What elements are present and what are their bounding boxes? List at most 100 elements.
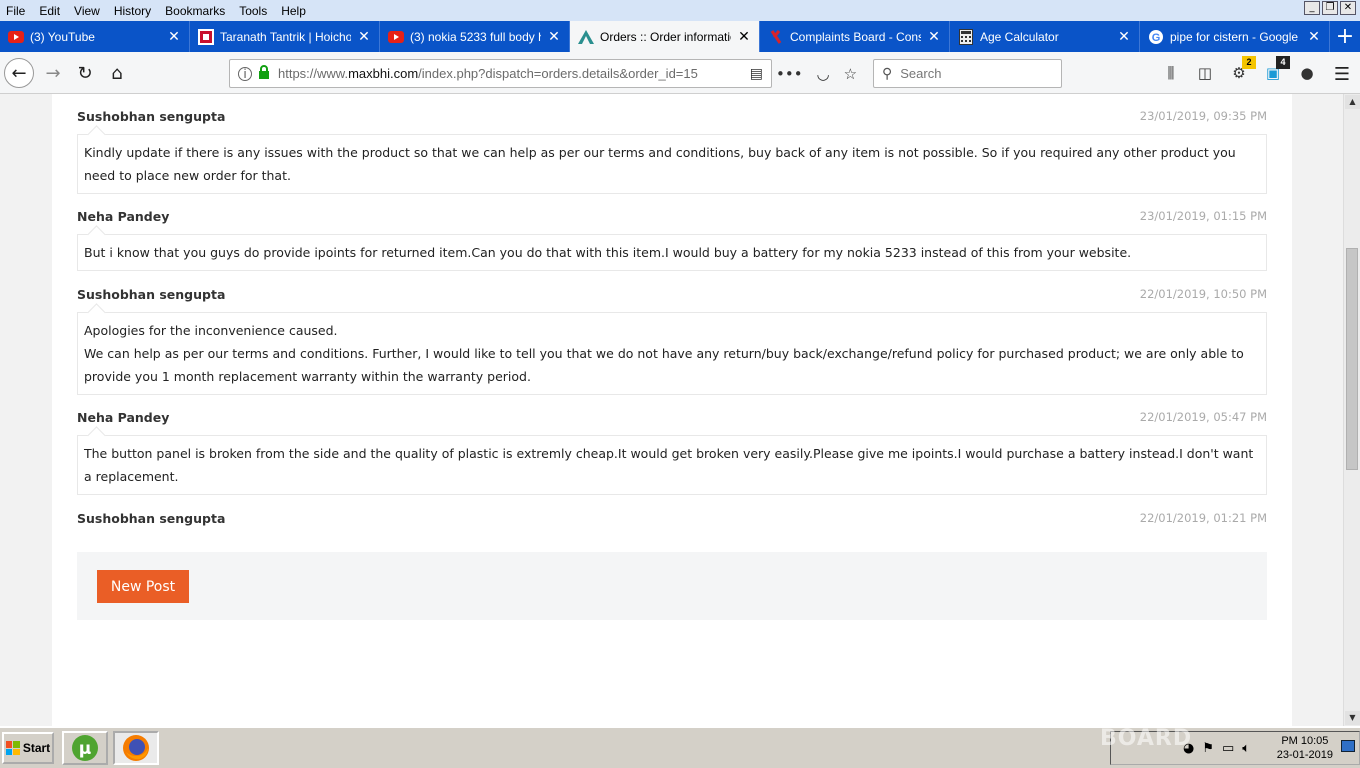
- clock-time: PM 10:05: [1281, 735, 1329, 747]
- reload-button[interactable]: ↻: [70, 58, 100, 88]
- menu-history[interactable]: History: [114, 4, 151, 18]
- youtube-icon: [388, 29, 404, 45]
- pocket-icon[interactable]: ◡: [817, 65, 830, 83]
- restore-icon[interactable]: ❐: [1322, 1, 1338, 15]
- complaints-board-icon: [768, 29, 784, 45]
- tab-complaints-board[interactable]: Complaints Board - Consum ✕: [760, 21, 950, 52]
- sidebar-icon[interactable]: ◫: [1194, 62, 1216, 84]
- new-post-button[interactable]: New Post: [97, 570, 189, 603]
- more-actions-icon[interactable]: •••: [776, 65, 803, 83]
- close-icon[interactable]: ✕: [167, 28, 181, 45]
- scroll-down-icon[interactable]: ▼: [1345, 711, 1360, 725]
- post-author: Neha Pandey: [77, 208, 170, 224]
- bookmark-star-icon[interactable]: ☆: [844, 65, 857, 83]
- tab-orders[interactable]: Orders :: Order information ✕: [570, 21, 760, 52]
- menu-hamburger-icon[interactable]: ☰: [1334, 64, 1350, 85]
- system-clock[interactable]: PM 10:05 23-01-2019: [1277, 734, 1333, 762]
- clock-date: 23-01-2019: [1276, 749, 1333, 761]
- message-text: Kindly update if there is any issues wit…: [84, 145, 1236, 183]
- firefox-icon: [123, 735, 149, 761]
- close-icon[interactable]: ✕: [1117, 28, 1131, 45]
- message-text: We can help as per our terms and conditi…: [84, 346, 1244, 384]
- close-icon[interactable]: ✕: [927, 28, 941, 45]
- start-label: Start: [22, 741, 51, 755]
- close-icon[interactable]: ✕: [547, 28, 561, 45]
- utorrent-taskbar-button[interactable]: µ: [62, 731, 108, 765]
- post: Sushobhan sengupta 23/01/2019, 09:35 PM …: [77, 106, 1267, 194]
- home-button[interactable]: ⌂: [102, 58, 132, 88]
- close-icon[interactable]: ✕: [357, 28, 371, 45]
- maxbhi-icon: [578, 29, 594, 45]
- tab-age-calculator[interactable]: Age Calculator ✕: [950, 21, 1140, 52]
- tab-title: Complaints Board - Consum: [790, 29, 921, 44]
- post-message: The button panel is broken from the side…: [77, 435, 1267, 495]
- new-tab-button[interactable]: +: [1330, 21, 1360, 52]
- url-prefix: https://www.: [278, 66, 349, 81]
- navigation-toolbar: ← → ↻ ⌂ i https://www.maxbhi.com/index.p…: [0, 52, 1360, 94]
- windows-flag-icon: [5, 741, 20, 755]
- reader-view-icon[interactable]: ▤: [750, 66, 763, 82]
- post-message: Apologies for the inconvenience caused. …: [77, 312, 1267, 395]
- search-icon: ⚲: [882, 65, 893, 81]
- google-icon: G: [1148, 29, 1164, 45]
- forward-button[interactable]: →: [38, 58, 68, 88]
- tab-google-search[interactable]: G pipe for cistern - Google Se ✕: [1140, 21, 1330, 52]
- tab-title: pipe for cistern - Google Se: [1170, 29, 1301, 44]
- show-desktop-icon[interactable]: [1341, 740, 1355, 752]
- toolbar-right: ⫼ ◫ ⚙ 2 ▣ 4 ●: [1160, 56, 1318, 84]
- tab-strip: (3) YouTube ✕ Taranath Tantrik | Hoichoi…: [0, 21, 1360, 52]
- plus-icon: +: [1335, 24, 1355, 49]
- library-icon[interactable]: ⫼: [1160, 62, 1182, 84]
- back-button[interactable]: ←: [4, 58, 34, 88]
- menu-bar: File Edit View History Bookmarks Tools H…: [0, 0, 1360, 21]
- message-text: The button panel is broken from the side…: [84, 446, 1254, 484]
- new-post-panel: New Post: [77, 552, 1267, 620]
- tab-nokia-video[interactable]: (3) nokia 5233 full body ho ✕: [380, 21, 570, 52]
- lock-icon[interactable]: [258, 65, 270, 82]
- youtube-icon: [8, 29, 24, 45]
- calculator-icon: [958, 28, 974, 45]
- menu-bookmarks[interactable]: Bookmarks: [165, 4, 225, 18]
- tab-title: Age Calculator: [980, 29, 1059, 44]
- scrollbar-thumb[interactable]: [1346, 248, 1358, 470]
- post-date: 22/01/2019, 05:47 PM: [1139, 410, 1267, 424]
- url-path: /index.php?dispatch=orders.details&order…: [418, 66, 698, 81]
- vertical-scrollbar[interactable]: ▲ ▼: [1343, 94, 1360, 726]
- extension-icon[interactable]: ▣ 4: [1262, 56, 1290, 84]
- info-icon[interactable]: i: [238, 66, 252, 81]
- firefox-taskbar-button[interactable]: [113, 731, 159, 765]
- extension-puzzle-icon[interactable]: ●: [1296, 62, 1318, 84]
- page-viewport: Sushobhan sengupta 23/01/2019, 09:35 PM …: [0, 94, 1343, 726]
- start-button[interactable]: Start: [2, 732, 54, 764]
- search-placeholder: Search: [900, 66, 942, 81]
- close-window-icon[interactable]: ✕: [1340, 1, 1356, 15]
- tab-hoichoi[interactable]: Taranath Tantrik | Hoichoi ✕: [190, 21, 380, 52]
- post: Neha Pandey 22/01/2019, 05:47 PM The but…: [77, 407, 1267, 495]
- arrow-left-icon: ←: [11, 62, 27, 84]
- search-input[interactable]: ⚲ Search: [873, 59, 1062, 88]
- scroll-up-icon[interactable]: ▲: [1345, 95, 1360, 109]
- post: Sushobhan sengupta 22/01/2019, 01:21 PM: [77, 508, 1267, 528]
- url-text: https://www.maxbhi.com/index.php?dispatc…: [278, 66, 750, 81]
- menu-view[interactable]: View: [74, 4, 100, 18]
- post-date: 23/01/2019, 01:15 PM: [1139, 209, 1267, 223]
- svg-text:µ: µ: [79, 739, 92, 759]
- menu-tools[interactable]: Tools: [239, 4, 267, 18]
- volume-icon[interactable]: 🔈︎: [1242, 741, 1250, 756]
- flag-notification-icon[interactable]: ⚑: [1202, 741, 1214, 756]
- menu-file[interactable]: File: [6, 4, 25, 18]
- tab-youtube[interactable]: (3) YouTube ✕: [0, 21, 190, 52]
- display-icon[interactable]: ▭: [1222, 741, 1234, 756]
- close-icon[interactable]: ✕: [737, 28, 751, 45]
- address-bar[interactable]: i https://www.maxbhi.com/index.php?dispa…: [229, 59, 772, 88]
- tab-title: Taranath Tantrik | Hoichoi: [220, 29, 351, 44]
- minimize-icon[interactable]: _: [1304, 1, 1320, 15]
- hoichoi-icon: [198, 28, 214, 45]
- reload-icon: ↻: [77, 62, 93, 84]
- notification-icon[interactable]: ⚙ 2: [1228, 56, 1256, 84]
- menu-edit[interactable]: Edit: [39, 4, 60, 18]
- post-date: 23/01/2019, 09:35 PM: [1139, 109, 1267, 123]
- menu-help[interactable]: Help: [281, 4, 306, 18]
- window-controls: _ ❐ ✕: [1304, 1, 1356, 15]
- close-icon[interactable]: ✕: [1307, 28, 1321, 45]
